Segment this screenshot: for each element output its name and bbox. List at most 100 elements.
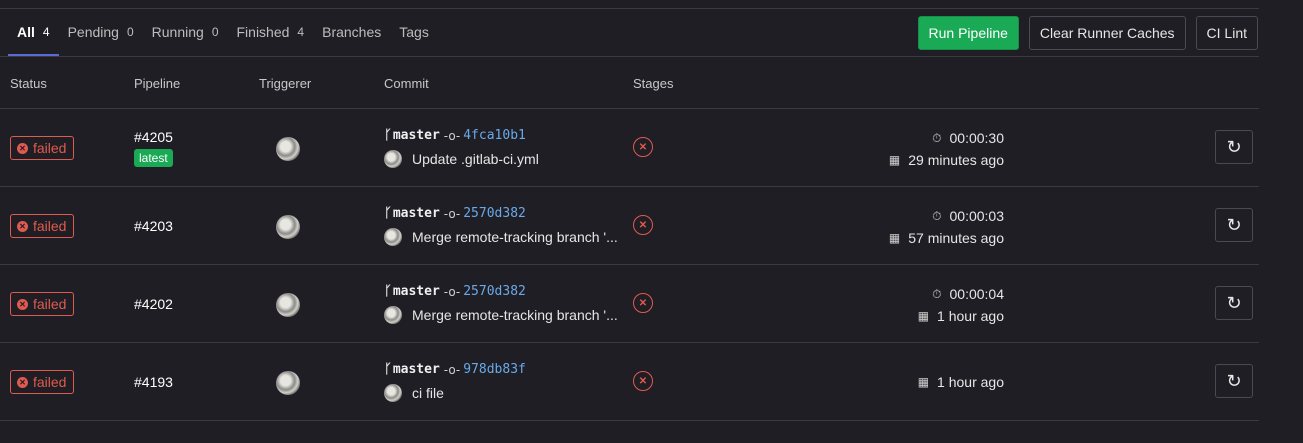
branch-icon: ᚴ	[384, 206, 392, 221]
pipeline-id[interactable]: #4205	[134, 129, 173, 145]
calendar-icon: ▦	[888, 153, 901, 167]
avatar[interactable]	[276, 215, 300, 239]
branch-name[interactable]: master	[393, 206, 440, 221]
finished-at: ▦ 1 hour ago	[918, 308, 1004, 324]
table-row: ✕ failed #4202 ᚴ master -o- 2570d382 Mer…	[0, 264, 1259, 342]
commit-author-avatar[interactable]	[384, 306, 402, 324]
tab-label: All	[17, 24, 35, 40]
commit-sha[interactable]: 2570d382	[463, 284, 526, 299]
commit-message[interactable]: ci file	[412, 385, 444, 401]
commit-message[interactable]: Update .gitlab-ci.yml	[412, 151, 539, 167]
status-badge[interactable]: ✕ failed	[10, 292, 75, 316]
finished-text: 29 minutes ago	[908, 152, 1004, 168]
branch-name[interactable]: master	[393, 284, 440, 299]
finished-at: ▦ 29 minutes ago	[889, 152, 1004, 168]
commit-title: ci file	[384, 384, 444, 402]
tab-running[interactable]: Running 0	[143, 8, 228, 56]
pipeline-id[interactable]: #4193	[134, 374, 173, 390]
clear-runner-caches-button[interactable]: Clear Runner Caches	[1028, 16, 1186, 50]
col-pipeline: Pipeline	[134, 76, 181, 91]
commit-sha[interactable]: 978db83f	[463, 362, 526, 377]
calendar-icon: ▦	[917, 375, 930, 389]
duration: ⏱ 00:00:03	[932, 208, 1004, 224]
commit-icon: -o-	[443, 362, 461, 377]
retry-icon: ↻	[1226, 292, 1242, 314]
stage-failed-icon[interactable]: ✕	[633, 137, 653, 157]
retry-icon: ↻	[1226, 370, 1242, 392]
branch-name[interactable]: master	[393, 128, 440, 143]
duration-text: 00:00:03	[949, 208, 1005, 224]
tab-label: Finished	[236, 24, 290, 40]
failed-icon: ✕	[17, 298, 28, 310]
commit-sha[interactable]: 4fca10b1	[463, 128, 526, 143]
ci-lint-button[interactable]: CI Lint	[1195, 16, 1258, 50]
stage-failed-icon[interactable]: ✕	[633, 293, 653, 313]
commit-icon: -o-	[443, 206, 461, 221]
tab-all[interactable]: All 4	[8, 8, 59, 56]
tab-tags[interactable]: Tags	[390, 8, 438, 56]
retry-button[interactable]: ↻	[1215, 130, 1253, 164]
timer-icon: ⏱	[932, 286, 942, 301]
table-row: ✕ failed #4205 latest ᚴ master -o- 4fca1…	[0, 108, 1259, 186]
avatar[interactable]	[276, 137, 300, 161]
stage-failed-icon[interactable]: ✕	[633, 371, 653, 391]
status-text: failed	[33, 296, 67, 312]
retry-button[interactable]: ↻	[1215, 208, 1253, 242]
tab-label: Tags	[399, 24, 429, 40]
table-row: ✕ failed #4203 ᚴ master -o- 2570d382 Mer…	[0, 186, 1259, 264]
duration-text: 00:00:04	[949, 286, 1005, 302]
avatar[interactable]	[276, 371, 300, 395]
timer-icon: ⏱	[932, 130, 942, 145]
tab-label: Branches	[322, 24, 382, 40]
pipeline-id[interactable]: #4202	[134, 296, 173, 312]
finished-text: 1 hour ago	[937, 308, 1004, 324]
tab-branches[interactable]: Branches	[313, 8, 390, 56]
commit-title: Merge remote-tracking branch '...	[384, 306, 618, 324]
col-triggerer: Triggerer	[259, 76, 312, 91]
status-badge[interactable]: ✕ failed	[10, 214, 75, 238]
branch-icon: ᚴ	[384, 128, 392, 143]
avatar[interactable]	[276, 293, 300, 317]
tab-label: Running	[151, 24, 204, 40]
tab-pending[interactable]: Pending 0	[59, 8, 143, 56]
table-header: Status Pipeline Triggerer Commit Stages	[0, 57, 1259, 108]
commit-title: Merge remote-tracking branch '...	[384, 228, 618, 246]
retry-button[interactable]: ↻	[1215, 364, 1253, 398]
retry-icon: ↻	[1226, 214, 1242, 236]
status-text: failed	[33, 374, 67, 390]
commit-author-avatar[interactable]	[384, 384, 402, 402]
finished-at: ▦ 1 hour ago	[918, 374, 1004, 390]
col-commit: Commit	[384, 76, 429, 91]
commit-ref: ᚴ master -o- 2570d382	[384, 206, 526, 221]
commit-message[interactable]: Merge remote-tracking branch '...	[412, 229, 618, 245]
finished-text: 57 minutes ago	[908, 230, 1004, 246]
commit-ref: ᚴ master -o- 2570d382	[384, 284, 526, 299]
commit-ref: ᚴ master -o- 4fca10b1	[384, 128, 526, 143]
branch-name[interactable]: master	[393, 362, 440, 377]
failed-icon: ✕	[17, 220, 28, 232]
branch-icon: ᚴ	[384, 284, 392, 299]
commit-icon: -o-	[443, 128, 461, 143]
tab-count: 0	[126, 25, 134, 39]
status-badge[interactable]: ✕ failed	[10, 136, 75, 160]
tab-label: Pending	[67, 24, 119, 40]
pipeline-tabs: All 4 Pending 0 Running 0 Finished 4 Bra…	[8, 8, 438, 56]
commit-author-avatar[interactable]	[384, 228, 402, 246]
failed-icon: ✕	[17, 376, 28, 388]
retry-button[interactable]: ↻	[1215, 286, 1253, 320]
status-badge[interactable]: ✕ failed	[10, 370, 75, 394]
run-pipeline-button[interactable]: Run Pipeline	[917, 16, 1019, 50]
tab-finished[interactable]: Finished 4	[228, 8, 314, 56]
stage-failed-icon[interactable]: ✕	[633, 215, 653, 235]
pipeline-id[interactable]: #4203	[134, 218, 173, 234]
latest-badge: latest	[134, 149, 173, 167]
commit-author-avatar[interactable]	[384, 150, 402, 168]
commit-sha[interactable]: 2570d382	[463, 206, 526, 221]
commit-message[interactable]: Merge remote-tracking branch '...	[412, 307, 618, 323]
col-stages: Stages	[633, 76, 674, 91]
failed-icon: ✕	[17, 142, 28, 154]
col-status: Status	[10, 76, 47, 91]
calendar-icon: ▦	[917, 309, 930, 323]
finished-text: 1 hour ago	[937, 374, 1004, 390]
commit-title: Update .gitlab-ci.yml	[384, 150, 539, 168]
